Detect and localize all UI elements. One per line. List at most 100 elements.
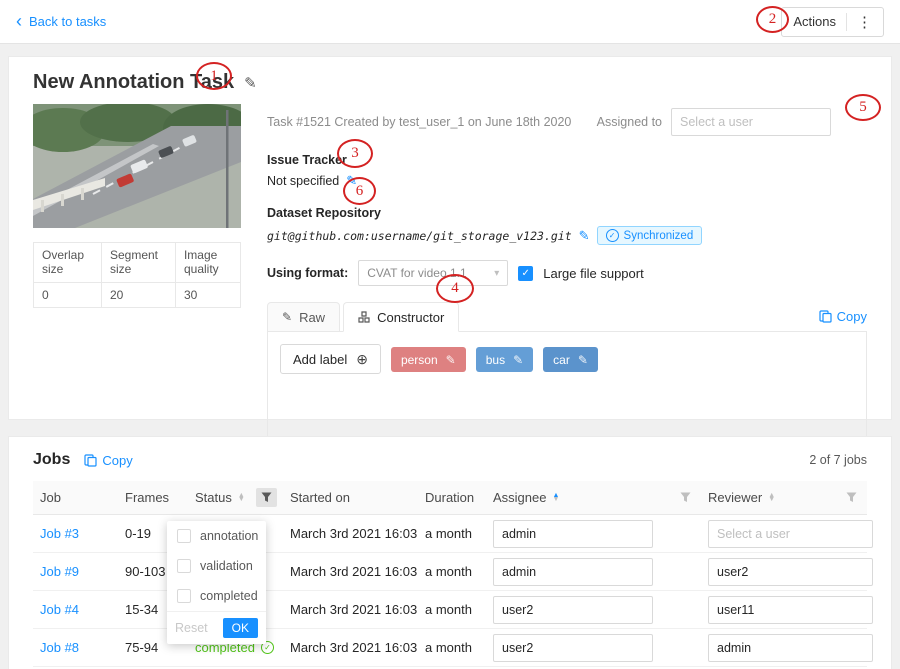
edit-label-icon[interactable]: ✎ bbox=[446, 353, 456, 367]
assigned-to-label: Assigned to bbox=[597, 115, 662, 129]
table-row: Job #4 15-34 March 3rd 2021 16:03 a mont… bbox=[33, 591, 867, 629]
duration-cell: a month bbox=[418, 564, 486, 579]
chevron-down-icon: ▾ bbox=[494, 268, 499, 279]
reviewer-input[interactable] bbox=[708, 596, 873, 624]
edit-label-icon[interactable]: ✎ bbox=[578, 353, 588, 367]
button-divider bbox=[846, 13, 847, 31]
label-tag-person[interactable]: person ✎ bbox=[391, 347, 466, 372]
filter-option-completed[interactable]: completed bbox=[167, 581, 266, 611]
copy-icon bbox=[819, 310, 832, 323]
job-link[interactable]: Job #4 bbox=[40, 602, 79, 617]
filter-option-validation[interactable]: validation bbox=[167, 551, 266, 581]
label-name: person bbox=[401, 353, 438, 367]
assignee-sorter-icon[interactable]: ▲▼ bbox=[552, 494, 559, 502]
col-duration: Duration bbox=[418, 490, 486, 505]
param-value-quality: 30 bbox=[175, 283, 240, 308]
status-filter-icon[interactable] bbox=[256, 488, 277, 507]
param-value-segment: 20 bbox=[101, 283, 175, 308]
status-sorter-icon[interactable]: ▲▼ bbox=[238, 494, 245, 502]
col-started: Started on bbox=[283, 490, 418, 505]
duration-cell: a month bbox=[418, 602, 486, 617]
job-link[interactable]: Job #9 bbox=[40, 564, 79, 579]
job-link[interactable]: Job #3 bbox=[40, 526, 79, 541]
task-meta: Task #1521 Created by test_user_1 on Jun… bbox=[267, 108, 571, 129]
col-job: Job bbox=[33, 490, 118, 505]
dataset-repository-label: Dataset Repository bbox=[267, 206, 867, 220]
col-status[interactable]: Status ▲▼ bbox=[188, 488, 283, 507]
table-row: Job #9 90-103 March 3rd 2021 16:03 a mon… bbox=[33, 553, 867, 591]
back-to-tasks-link[interactable]: ‹ Back to tasks bbox=[16, 14, 106, 30]
edit-label-icon[interactable]: ✎ bbox=[513, 353, 523, 367]
duration-cell: a month bbox=[418, 526, 486, 541]
assignee-input[interactable] bbox=[493, 596, 653, 624]
edit-repository-icon[interactable]: ✎ bbox=[579, 228, 590, 244]
filter-option-annotation[interactable]: annotation bbox=[167, 521, 266, 551]
started-cell: March 3rd 2021 16:03 bbox=[283, 564, 418, 579]
copy-labels-button[interactable]: Copy bbox=[819, 309, 867, 331]
table-row: Job #8 75-94 completed ✓ March 3rd 2021 … bbox=[33, 629, 867, 667]
labels-tabs: ✎ Raw Constructor Copy bbox=[267, 302, 867, 332]
sync-status-badge[interactable]: ✓ Synchronized bbox=[597, 226, 703, 245]
tab-raw[interactable]: ✎ Raw bbox=[267, 302, 340, 332]
reviewer-input[interactable] bbox=[708, 558, 873, 586]
filter-reset-button[interactable]: Reset bbox=[175, 621, 208, 635]
actions-button[interactable]: Actions ⋮ bbox=[781, 7, 884, 37]
duration-cell: a month bbox=[418, 640, 486, 655]
label-tag-car[interactable]: car ✎ bbox=[543, 347, 598, 372]
col-assignee[interactable]: Assignee ▲▼ bbox=[486, 490, 701, 505]
reviewer-input[interactable] bbox=[708, 634, 873, 662]
jobs-title: Jobs bbox=[33, 451, 70, 469]
jobs-table: Job Frames Status ▲▼ Started on Duration… bbox=[33, 481, 867, 667]
raw-tab-label: Raw bbox=[299, 310, 325, 325]
jobs-count: 2 of 7 jobs bbox=[809, 453, 867, 467]
task-assignee-input[interactable] bbox=[671, 108, 831, 136]
copy-icon bbox=[84, 454, 97, 467]
filter-ok-button[interactable]: OK bbox=[223, 618, 258, 638]
task-card: New Annotation Task ✎ bbox=[8, 56, 892, 420]
export-format-select[interactable]: CVAT for video 1.1 ▾ bbox=[358, 260, 508, 286]
copy-labels-label: Copy bbox=[837, 309, 867, 324]
constructor-tab-icon bbox=[358, 311, 370, 323]
label-name: car bbox=[553, 353, 570, 367]
reviewer-sorter-icon[interactable]: ▲▼ bbox=[768, 494, 775, 502]
reviewer-input[interactable] bbox=[708, 520, 873, 548]
checkbox-validation[interactable] bbox=[177, 559, 191, 573]
tab-constructor[interactable]: Constructor bbox=[343, 302, 459, 332]
add-label-button[interactable]: Add label ⊕ bbox=[280, 344, 381, 374]
large-file-support-checkbox[interactable]: ✓ bbox=[518, 266, 533, 281]
checkbox-completed[interactable] bbox=[177, 589, 191, 603]
started-cell: March 3rd 2021 16:03 bbox=[283, 640, 418, 655]
using-format-label: Using format: bbox=[267, 266, 348, 280]
checkbox-annotation[interactable] bbox=[177, 529, 191, 543]
jobs-table-header: Job Frames Status ▲▼ Started on Duration… bbox=[33, 481, 867, 515]
constructor-tab-label: Constructor bbox=[377, 310, 444, 325]
task-preview-image bbox=[33, 104, 241, 228]
started-cell: March 3rd 2021 16:03 bbox=[283, 602, 418, 617]
col-reviewer[interactable]: Reviewer ▲▼ bbox=[701, 490, 867, 505]
back-chevron-icon: ‹ bbox=[16, 12, 22, 30]
more-menu-icon: ⋮ bbox=[857, 13, 872, 31]
back-to-tasks-label: Back to tasks bbox=[29, 14, 106, 29]
col-frames: Frames bbox=[118, 490, 188, 505]
copy-jobs-button[interactable]: Copy bbox=[84, 453, 132, 468]
large-file-support-label: Large file support bbox=[543, 266, 643, 281]
page-title: New Annotation Task bbox=[33, 71, 234, 94]
labels-constructor-panel: Add label ⊕ person ✎ bus ✎ car ✎ bbox=[267, 332, 867, 444]
assignee-input[interactable] bbox=[493, 634, 653, 662]
edit-issue-tracker-icon[interactable]: ✎ bbox=[346, 173, 357, 189]
label-name: bus bbox=[486, 353, 505, 367]
plus-circle-icon: ⊕ bbox=[356, 351, 368, 368]
assignee-input[interactable] bbox=[493, 558, 653, 586]
reviewer-filter-icon[interactable] bbox=[846, 492, 857, 503]
param-header-overlap: Overlap size bbox=[34, 243, 102, 283]
assignee-filter-icon[interactable] bbox=[680, 492, 691, 503]
task-details-page: ‹ Back to tasks Actions ⋮ New Annotation… bbox=[0, 0, 900, 669]
label-tag-bus[interactable]: bus ✎ bbox=[476, 347, 533, 372]
table-row: Job #3 0-19 March 3rd 2021 16:03 a month bbox=[33, 515, 867, 553]
job-link[interactable]: Job #8 bbox=[40, 640, 79, 655]
assignee-input[interactable] bbox=[493, 520, 653, 548]
repository-url[interactable]: git@github.com:username/git_storage_v123… bbox=[267, 229, 572, 243]
edit-title-icon[interactable]: ✎ bbox=[244, 74, 257, 92]
traffic-scene-illustration bbox=[33, 104, 241, 228]
top-bar: ‹ Back to tasks Actions ⋮ bbox=[0, 0, 900, 44]
